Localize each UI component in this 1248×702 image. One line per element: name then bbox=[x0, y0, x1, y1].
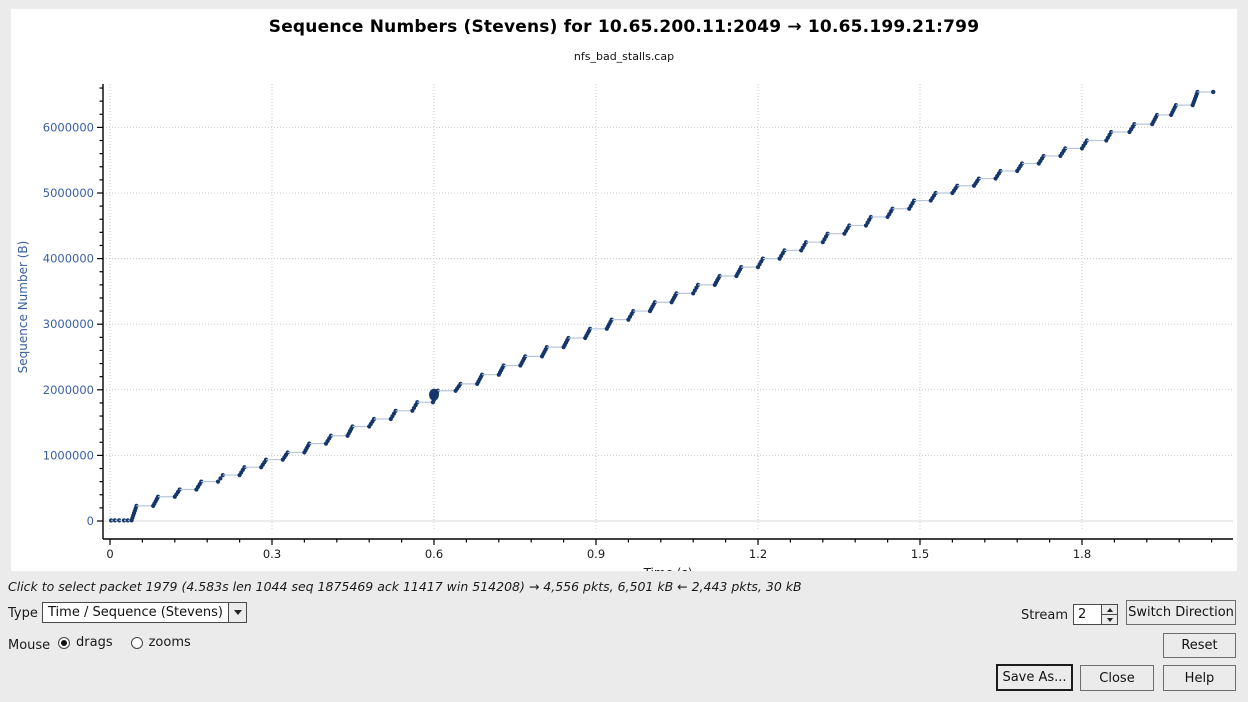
switch-direction-button[interactable]: Switch Direction bbox=[1126, 600, 1236, 625]
radio-unselected-icon bbox=[131, 637, 143, 649]
graph-type-dropdown[interactable]: Time / Sequence (Stevens) bbox=[42, 602, 247, 623]
svg-text:Sequence Number (B): Sequence Number (B) bbox=[16, 241, 30, 374]
radio-selected-icon bbox=[58, 637, 70, 649]
svg-text:Time (s): Time (s) bbox=[643, 566, 693, 571]
radio-drags[interactable]: drags bbox=[58, 635, 113, 650]
save-as-button[interactable]: Save As... bbox=[996, 664, 1073, 691]
spin-down-icon[interactable] bbox=[1102, 615, 1117, 624]
type-label: Type bbox=[8, 606, 38, 621]
chart-title: Sequence Numbers (Stevens) for 10.65.200… bbox=[11, 17, 1237, 37]
radio-drags-label: drags bbox=[76, 635, 113, 650]
svg-text:2000000: 2000000 bbox=[43, 383, 94, 397]
chart-card: 0 1000000 2000000 3000000 4000000 5000000 6000… bbox=[11, 9, 1237, 571]
svg-text:0.3: 0.3 bbox=[263, 547, 281, 561]
svg-text:1.5: 1.5 bbox=[911, 547, 929, 561]
stream-value: 2 bbox=[1074, 605, 1101, 624]
stream-spinbox[interactable]: 2 bbox=[1073, 604, 1118, 625]
graph-type-value: Time / Sequence (Stevens) bbox=[43, 605, 228, 620]
reset-button[interactable]: Reset bbox=[1163, 633, 1236, 658]
bottom-controls-panel: Click to select packet 1979 (4.583s len … bbox=[0, 572, 1248, 702]
svg-text:0.9: 0.9 bbox=[587, 547, 605, 561]
spinner-buttons bbox=[1101, 605, 1117, 624]
svg-text:3000000: 3000000 bbox=[43, 317, 94, 331]
svg-text:1.2: 1.2 bbox=[749, 547, 767, 561]
help-button[interactable]: Help bbox=[1163, 665, 1236, 691]
radio-zooms[interactable]: zooms bbox=[131, 635, 191, 650]
svg-text:0: 0 bbox=[106, 547, 113, 561]
hint-status-text: Click to select packet 1979 (4.583s len … bbox=[8, 579, 802, 594]
svg-text:1.8: 1.8 bbox=[1073, 547, 1091, 561]
radio-zooms-label: zooms bbox=[149, 635, 191, 650]
stream-label: Stream bbox=[1021, 608, 1068, 623]
spin-up-icon[interactable] bbox=[1102, 605, 1117, 615]
close-button[interactable]: Close bbox=[1080, 665, 1154, 691]
mouse-mode-radio-group: drags zooms bbox=[58, 635, 191, 650]
svg-text:4000000: 4000000 bbox=[43, 252, 94, 266]
sequence-chart-plot[interactable]: 0 1000000 2000000 3000000 4000000 5000000 6000… bbox=[11, 9, 1237, 571]
chevron-down-icon[interactable] bbox=[228, 603, 246, 622]
svg-text:5000000: 5000000 bbox=[43, 186, 94, 200]
mouse-label: Mouse bbox=[8, 638, 50, 653]
svg-text:0.6: 0.6 bbox=[425, 547, 443, 561]
svg-text:0: 0 bbox=[87, 514, 94, 528]
chart-subtitle: nfs_bad_stalls.cap bbox=[11, 50, 1237, 63]
svg-text:1000000: 1000000 bbox=[43, 448, 94, 462]
svg-text:6000000: 6000000 bbox=[43, 120, 94, 134]
